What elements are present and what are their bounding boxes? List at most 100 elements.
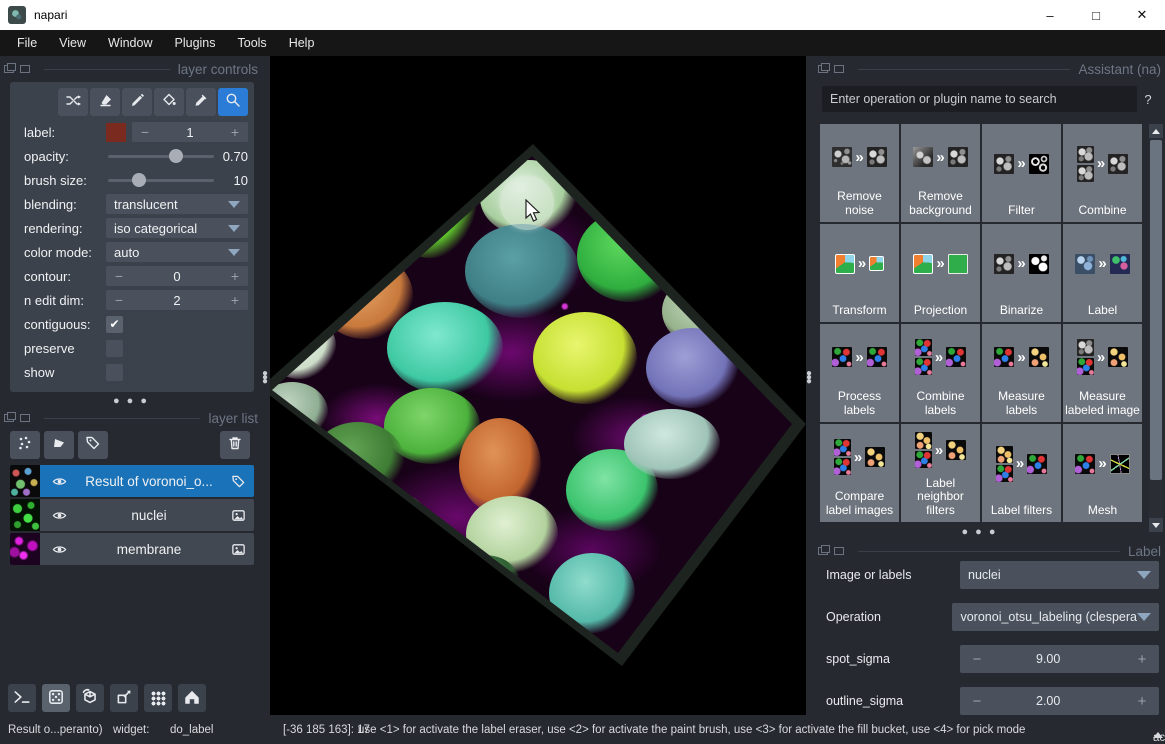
panel-resize-handle[interactable]: ● ● ● (0, 397, 262, 405)
new-points-layer-button[interactable] (10, 431, 40, 459)
decrement-button[interactable]: − (106, 292, 132, 308)
roll-dimensions-button[interactable] (76, 684, 104, 712)
float-panel-icon[interactable] (4, 65, 14, 73)
operation-icon: » (1075, 224, 1129, 304)
decrement-button[interactable]: − (960, 651, 994, 668)
operation-compare-label-images[interactable]: »Compare label images (820, 424, 899, 522)
console-button[interactable] (8, 684, 36, 712)
visibility-eye-icon[interactable] (52, 508, 67, 523)
layer-row-nuclei[interactable]: nuclei (10, 499, 254, 531)
label-color-swatch[interactable] (106, 123, 126, 142)
grid-view-button[interactable] (144, 684, 172, 712)
t-labels-icon (832, 347, 852, 367)
viewer-canvas[interactable] (270, 56, 806, 715)
float-panel-icon[interactable] (818, 65, 828, 73)
maximize-button[interactable]: □ (1073, 0, 1119, 30)
menu-plugins[interactable]: Plugins (164, 30, 227, 56)
help-button[interactable]: ? (1137, 92, 1159, 107)
tool-color-picker[interactable] (186, 88, 216, 116)
select-image-or-labels[interactable]: nuclei (960, 561, 1159, 589)
chevron-down-icon (1137, 571, 1151, 579)
operation-remove-noise[interactable]: »Remove noise (820, 124, 899, 222)
increment-button[interactable]: + (1125, 651, 1159, 668)
increment-button[interactable]: + (222, 292, 248, 308)
spinbox-spot_sigma[interactable]: −9.00+ (960, 645, 1159, 673)
tool-pan-zoom[interactable] (218, 88, 248, 116)
splitter-handle-left[interactable]: ●●● (261, 372, 269, 384)
increment-button[interactable]: + (222, 124, 248, 140)
operation-combine-labels[interactable]: »Combine labels (901, 324, 980, 422)
input-thumbnails (1077, 146, 1094, 182)
scroll-up-icon[interactable] (1149, 124, 1163, 138)
hide-panel-icon[interactable] (20, 414, 30, 422)
minimize-button[interactable]: – (1027, 0, 1073, 30)
search-input[interactable] (822, 86, 1137, 112)
operation-measure-labeled-image[interactable]: »Measure labeled image (1063, 324, 1142, 422)
operation-remove-background[interactable]: »Remove background (901, 124, 980, 222)
show-selected-checkbox[interactable] (106, 364, 123, 381)
scrollbar-thumb[interactable] (1150, 140, 1162, 480)
close-button[interactable]: ✕ (1119, 0, 1165, 30)
new-labels-layer-button[interactable] (78, 431, 108, 459)
menu-view[interactable]: View (48, 30, 97, 56)
visibility-eye-icon[interactable] (52, 542, 67, 557)
contiguous-checkbox[interactable]: ✔ (106, 316, 123, 333)
tool-shuffle-colors[interactable] (58, 88, 88, 116)
blending-dropdown[interactable]: translucent (106, 194, 248, 214)
operation-binarize[interactable]: »Binarize (982, 224, 1061, 322)
spinbox-outline_sigma[interactable]: −2.00+ (960, 687, 1159, 715)
chevron-right-icon: » (935, 443, 943, 458)
layer-row-result-of-voronoi-o-[interactable]: Result of voronoi_o... (10, 465, 254, 497)
t-labels-icon (915, 358, 932, 375)
menu-tools[interactable]: Tools (227, 30, 278, 56)
operation-combine[interactable]: »Combine (1063, 124, 1142, 222)
opacity-slider[interactable] (108, 148, 214, 164)
tool-paint-brush[interactable] (122, 88, 152, 116)
scroll-down-icon[interactable] (1149, 518, 1163, 532)
operation-projection[interactable]: »Projection (901, 224, 980, 322)
label-spinbox[interactable]: − 1 + (132, 122, 248, 142)
operation-label[interactable]: »Label (1063, 224, 1142, 322)
rendering-dropdown[interactable]: iso categorical (106, 218, 248, 238)
delete-layer-button[interactable] (220, 431, 250, 459)
preserve-labels-checkbox[interactable] (106, 340, 123, 357)
operation-filter[interactable]: »Filter (982, 124, 1061, 222)
splitter-handle-right[interactable]: ●●● (805, 372, 813, 384)
hide-panel-icon[interactable] (20, 65, 30, 73)
layer-row-membrane[interactable]: membrane (10, 533, 254, 565)
toggle-ndisplay-button[interactable] (42, 684, 70, 712)
hide-panel-icon[interactable] (834, 65, 844, 73)
increment-button[interactable]: + (222, 268, 248, 284)
visibility-eye-icon[interactable] (52, 474, 67, 489)
color-mode-dropdown[interactable]: auto (106, 242, 248, 262)
decrement-button[interactable]: − (960, 693, 994, 710)
decrement-button[interactable]: − (132, 124, 158, 140)
operation-label-neighbor-filters[interactable]: »Label neighbor filters (901, 424, 980, 522)
operations-scrollbar[interactable] (1149, 124, 1163, 532)
brush-size-slider[interactable] (108, 172, 214, 188)
operation-process-labels[interactable]: »Process labels (820, 324, 899, 422)
menu-window[interactable]: Window (97, 30, 163, 56)
panel-resize-handle[interactable]: ● ● ● (814, 528, 1145, 536)
operation-measure-labels[interactable]: »Measure labels (982, 324, 1061, 422)
assistant-title: Assistant (na) (1078, 62, 1161, 77)
title-bar: napari –□✕ (0, 0, 1165, 30)
new-shapes-layer-button[interactable] (44, 431, 74, 459)
increment-button[interactable]: + (1125, 693, 1159, 710)
home-button[interactable] (178, 684, 206, 712)
transpose-dimensions-button[interactable] (110, 684, 138, 712)
operation-label-filters[interactable]: »Label filters (982, 424, 1061, 522)
operation-mesh[interactable]: »Mesh (1063, 424, 1142, 522)
contour-spinbox[interactable]: − 0 + (106, 266, 248, 286)
menu-file[interactable]: File (6, 30, 48, 56)
float-panel-icon[interactable] (4, 414, 14, 422)
tool-fill-bucket[interactable] (154, 88, 184, 116)
select-operation[interactable]: voronoi_otsu_labeling (clespera (952, 603, 1159, 631)
preserve-row: preserve (16, 336, 248, 360)
menu-help[interactable]: Help (278, 30, 326, 56)
t-pastel-icon (1108, 347, 1128, 367)
n-edit-dim-spinbox[interactable]: − 2 + (106, 290, 248, 310)
tool-eraser[interactable] (90, 88, 120, 116)
decrement-button[interactable]: − (106, 268, 132, 284)
operation-transform[interactable]: »Transform (820, 224, 899, 322)
